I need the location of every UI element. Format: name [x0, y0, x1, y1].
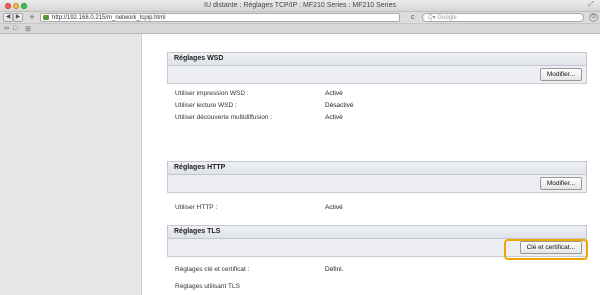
bookmarks-bar: ∞ □ ⊞: [0, 24, 600, 34]
reader-icon[interactable]: ∞: [4, 25, 9, 32]
setting-label: Réglages utilisant TLS: [175, 283, 240, 290]
setting-label: Utiliser découverte multidiffusion :: [175, 114, 273, 121]
book-icon[interactable]: □: [13, 25, 17, 32]
site-icon: [43, 15, 49, 20]
fullscreen-icon[interactable]: ⤢: [588, 1, 594, 9]
modify-wsd-button[interactable]: Modifier...: [539, 68, 582, 81]
search-field[interactable]: Q▾ Google: [422, 13, 584, 22]
setting-label: Utiliser impression WSD :: [175, 90, 249, 97]
window-titlebar: IU distante : Réglages TCP/IP : MF210 Se…: [0, 0, 600, 12]
browser-toolbar: ◀ ▶ + http://192.168.0.215/m_network_tcp…: [0, 12, 600, 24]
setting-row: Utiliser impression WSD : Activé: [175, 89, 575, 99]
sidebar: [0, 34, 142, 295]
address-bar[interactable]: http://192.168.0.215/m_network_tcpip.htm…: [40, 13, 400, 22]
http-button-bar: Modifier...: [167, 175, 587, 193]
forward-button[interactable]: ▶: [13, 13, 23, 22]
setting-row: Utiliser HTTP : Activé: [175, 203, 575, 213]
setting-row: Utiliser lecture WSD : Désactivé: [175, 101, 575, 111]
setting-value: Activé: [325, 114, 343, 121]
section-title-wsd: Réglages WSD: [167, 52, 587, 66]
setting-value: Défini.: [325, 266, 344, 273]
address-text: http://192.168.0.215/m_network_tcpip.htm…: [52, 15, 166, 21]
wsd-button-bar: Modifier...: [167, 66, 587, 84]
add-bookmark-button[interactable]: +: [27, 13, 37, 22]
setting-value: Désactivé: [325, 102, 354, 109]
setting-row: Utiliser découverte multidiffusion : Act…: [175, 113, 575, 123]
setting-row: Réglages utilisant TLS: [175, 282, 575, 292]
section-title-tls: Réglages TLS: [167, 225, 587, 239]
downloads-icon[interactable]: ⊙: [589, 13, 598, 22]
section-title-http: Réglages HTTP: [167, 161, 587, 175]
setting-label: Réglages clé et certificat :: [175, 266, 250, 273]
search-placeholder: Q▾ Google: [428, 15, 457, 21]
reload-icon[interactable]: c: [411, 14, 415, 21]
back-button[interactable]: ◀: [3, 13, 13, 22]
modify-http-button[interactable]: Modifier...: [539, 177, 582, 190]
setting-row: Réglages clé et certificat : Défini.: [175, 265, 575, 275]
setting-label: Utiliser lecture WSD :: [175, 102, 237, 109]
highlight-ring: [504, 239, 588, 260]
setting-value: Activé: [325, 90, 343, 97]
setting-label: Utiliser HTTP :: [175, 204, 218, 211]
grid-icon[interactable]: ⊞: [25, 25, 31, 33]
window-title: IU distante : Réglages TCP/IP : MF210 Se…: [204, 2, 396, 9]
setting-value: Activé: [325, 204, 343, 211]
